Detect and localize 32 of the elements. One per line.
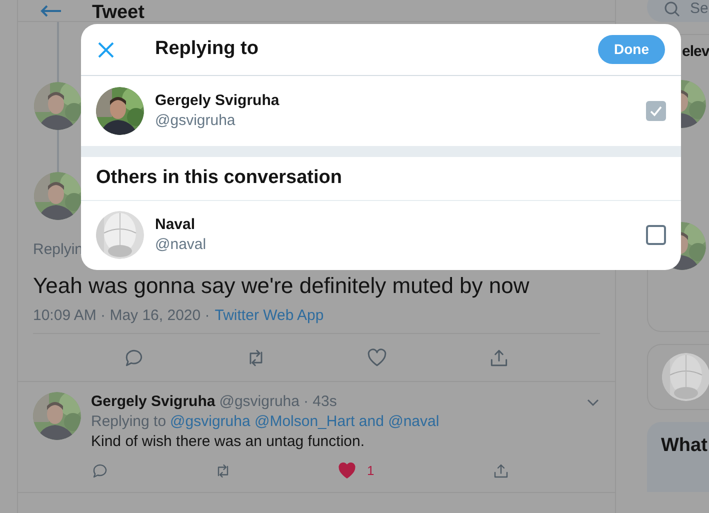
user-name: Gergely Svigruha <box>155 91 280 111</box>
tweet-timestamp: 10:09 AM · May 16, 2020 · <box>33 307 210 325</box>
user-handle: @naval <box>155 235 208 255</box>
share-icon[interactable] <box>492 462 510 480</box>
close-icon[interactable] <box>97 40 115 58</box>
reply-text: Kind of wish there was an untag function. <box>91 432 366 452</box>
tweet-text: Yeah was gonna say we're definitely muted by now <box>33 273 530 299</box>
reply-icon[interactable] <box>91 462 109 480</box>
back-arrow-icon[interactable] <box>40 4 62 18</box>
user-name: Naval <box>155 215 196 235</box>
checkbox[interactable] <box>646 225 666 245</box>
card-heading: elev <box>682 42 709 62</box>
user-handle: @gsvigruha <box>155 111 236 131</box>
done-button[interactable]: Done <box>598 35 665 64</box>
card-heading: What <box>661 435 708 456</box>
heart-icon[interactable] <box>366 346 388 368</box>
page-title: Tweet <box>92 3 144 22</box>
heart-icon[interactable] <box>337 461 357 481</box>
dialog-title: Replying to <box>155 37 258 62</box>
tweet-age: · 43s <box>304 392 337 412</box>
search-icon <box>664 1 680 17</box>
source-link[interactable]: Twitter Web App <box>214 307 324 325</box>
mentions-link[interactable]: @gsvigruha @Molson_Hart and @naval <box>170 412 440 432</box>
replying-to-label: Replying to <box>91 412 166 432</box>
author-name[interactable]: Gergely Svigruha <box>91 392 216 412</box>
section-heading: Others in this conversation <box>96 166 342 190</box>
author-handle: @gsvigruha <box>219 392 300 412</box>
search-field[interactable]: Se <box>647 0 709 22</box>
checkbox[interactable] <box>646 101 666 121</box>
checkmark-icon <box>649 104 663 118</box>
replying-label: Replyin <box>33 241 84 259</box>
like-count: 1 <box>367 462 374 480</box>
